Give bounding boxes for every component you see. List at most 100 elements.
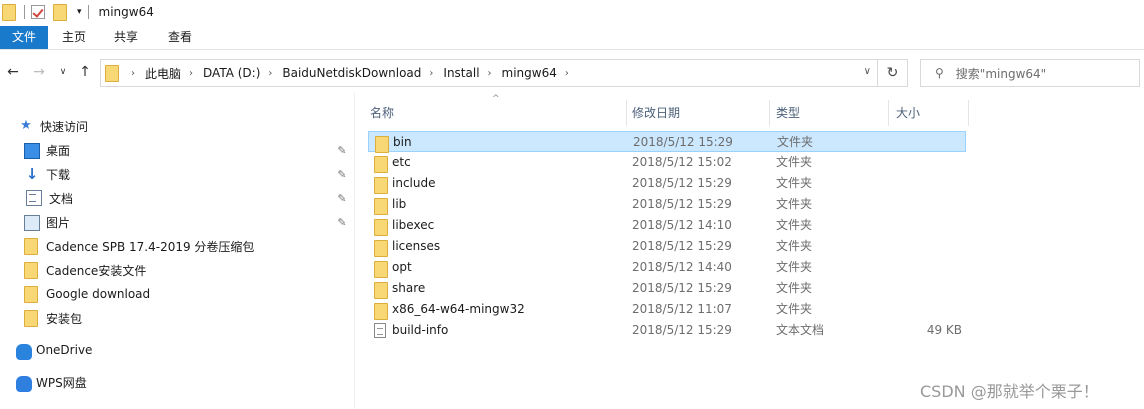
chevron-right-icon[interactable]: ›: [131, 68, 135, 79]
sidebar-item-google-download[interactable]: Google download: [24, 283, 150, 305]
file-type: 文件夹: [776, 260, 813, 274]
column-divider[interactable]: [626, 100, 627, 126]
file-type: 文件夹: [776, 302, 813, 316]
refresh-icon[interactable]: ↻: [878, 59, 908, 87]
file-type: 文件夹: [776, 176, 813, 190]
watermark: CSDN @那就举个栗子！: [920, 382, 1099, 401]
folder-icon: [374, 260, 390, 278]
folder-icon: [374, 218, 390, 236]
column-header-name[interactable]: 名称: [366, 100, 626, 126]
file-row[interactable]: etc 2018/5/12 15:02 文件夹: [368, 152, 966, 173]
properties-icon[interactable]: [31, 5, 45, 19]
tab-share[interactable]: 共享: [108, 26, 144, 49]
chevron-right-icon[interactable]: ›: [488, 68, 492, 79]
sidebar-item-installers[interactable]: 安装包: [24, 307, 82, 329]
file-date: 2018/5/12 15:29: [632, 176, 732, 190]
address-history-chevron-icon[interactable]: ∨: [864, 66, 871, 77]
pin-icon[interactable]: ✎: [336, 192, 348, 205]
file-date: 2018/5/12 15:29: [632, 323, 732, 337]
folder-icon: [2, 4, 18, 21]
chevron-right-icon[interactable]: ›: [268, 68, 272, 79]
sidebar-item-documents[interactable]: 文档: [24, 187, 73, 209]
search-icon: ⚲: [935, 66, 944, 80]
breadcrumb-mingw64[interactable]: mingw64: [502, 66, 557, 80]
file-type: 文件夹: [776, 281, 813, 295]
tab-view[interactable]: 查看: [162, 26, 198, 49]
file-row[interactable]: licenses 2018/5/12 15:29 文件夹: [368, 236, 966, 257]
file-row[interactable]: opt 2018/5/12 14:40 文件夹: [368, 257, 966, 278]
sidebar-item-quick-access[interactable]: ★ 快速访问: [18, 115, 88, 137]
divider: [24, 5, 25, 19]
download-icon: ↓: [25, 165, 39, 183]
file-type: 文件夹: [776, 239, 813, 253]
search-box[interactable]: ⚲ 搜索"mingw64": [920, 59, 1140, 87]
chevron-right-icon[interactable]: ›: [565, 68, 569, 79]
breadcrumb-install[interactable]: Install: [443, 66, 479, 80]
file-date: 2018/5/12 15:02: [632, 155, 732, 169]
file-row[interactable]: share 2018/5/12 15:29 文件夹: [368, 278, 966, 299]
customize-toolbar-icon[interactable]: ▾: [77, 7, 82, 17]
file-row[interactable]: include 2018/5/12 15:29 文件夹: [368, 173, 966, 194]
folder-icon: [24, 310, 40, 327]
column-divider[interactable]: [968, 100, 969, 126]
file-name: x86_64-w64-mingw32: [392, 302, 525, 316]
sidebar-item-label: WPS网盘: [36, 375, 87, 390]
file-row[interactable]: bin 2018/5/12 15:29 文件夹: [368, 131, 966, 153]
sidebar-item-cadence-spb[interactable]: Cadence SPB 17.4-2019 分卷压缩包: [24, 235, 254, 257]
tab-file[interactable]: 文件: [0, 26, 48, 49]
up-arrow-icon[interactable]: ↑: [76, 63, 94, 81]
forward-arrow-icon[interactable]: →: [30, 63, 48, 81]
title-bar: ▾ mingw64: [0, 0, 1144, 24]
divider: [87, 5, 89, 19]
sidebar-item-cadence-install[interactable]: Cadence安装文件: [24, 259, 146, 281]
folder-icon: [374, 302, 390, 320]
sidebar-item-downloads[interactable]: ↓ 下载: [24, 163, 70, 185]
file-row[interactable]: libexec 2018/5/12 14:10 文件夹: [368, 215, 966, 236]
pane-divider[interactable]: [354, 92, 355, 409]
new-folder-icon[interactable]: [53, 4, 69, 21]
sidebar-item-label: 图片: [46, 215, 71, 230]
sidebar-item-label: 桌面: [46, 143, 71, 158]
file-name: share: [392, 281, 426, 295]
folder-icon: [374, 155, 390, 173]
sidebar-item-label: OneDrive: [36, 343, 93, 357]
sidebar-item-label: Cadence安装文件: [46, 263, 147, 278]
chevron-right-icon[interactable]: ›: [429, 68, 433, 79]
file-row[interactable]: build-info 2018/5/12 15:29 文本文档 49 KB: [368, 320, 966, 341]
address-bar[interactable]: › 此电脑 › DATA (D:) › BaiduNetdiskDownload…: [100, 59, 878, 87]
sidebar-item-label: 快速访问: [40, 119, 89, 134]
file-row[interactable]: lib 2018/5/12 15:29 文件夹: [368, 194, 966, 215]
file-type: 文本文档: [776, 323, 825, 337]
column-header-date[interactable]: 修改日期: [628, 100, 768, 126]
sidebar-item-label: 文档: [49, 191, 74, 206]
pin-icon[interactable]: ✎: [336, 216, 348, 229]
back-arrow-icon[interactable]: ←: [4, 63, 22, 81]
sidebar-item-wps[interactable]: WPS网盘: [16, 371, 87, 393]
breadcrumb-drive[interactable]: DATA (D:): [203, 66, 260, 80]
wps-cloud-icon: [16, 375, 32, 392]
chevron-right-icon[interactable]: ›: [189, 68, 193, 79]
ribbon-tabs: 文件 主页 共享 查看: [0, 26, 1144, 50]
breadcrumb-this-pc[interactable]: 此电脑: [145, 65, 181, 82]
recent-locations-chevron-icon[interactable]: ∨: [54, 63, 72, 81]
column-divider[interactable]: [888, 100, 889, 126]
pin-icon[interactable]: ✎: [336, 144, 348, 157]
folder-icon: [24, 286, 40, 303]
breadcrumb-baidu[interactable]: BaiduNetdiskDownload: [282, 66, 421, 80]
sidebar-item-desktop[interactable]: 桌面: [24, 139, 70, 161]
sidebar-item-onedrive[interactable]: OneDrive: [16, 339, 92, 361]
file-row[interactable]: x86_64-w64-mingw32 2018/5/12 11:07 文件夹: [368, 299, 966, 320]
column-header-size[interactable]: 大小: [892, 100, 968, 126]
file-name: etc: [392, 155, 411, 169]
text-file-icon: [374, 323, 386, 339]
pin-icon[interactable]: ✎: [336, 168, 348, 181]
file-date: 2018/5/12 11:07: [632, 302, 732, 316]
file-type: 文件夹: [777, 135, 814, 149]
column-header-type[interactable]: 类型: [772, 100, 888, 126]
file-name: build-info: [392, 323, 449, 337]
column-divider[interactable]: [769, 100, 770, 126]
sidebar-item-label: Google download: [46, 287, 151, 301]
tab-home[interactable]: 主页: [56, 26, 92, 49]
sidebar-item-pictures[interactable]: 图片: [24, 211, 70, 233]
file-type: 文件夹: [776, 197, 813, 211]
